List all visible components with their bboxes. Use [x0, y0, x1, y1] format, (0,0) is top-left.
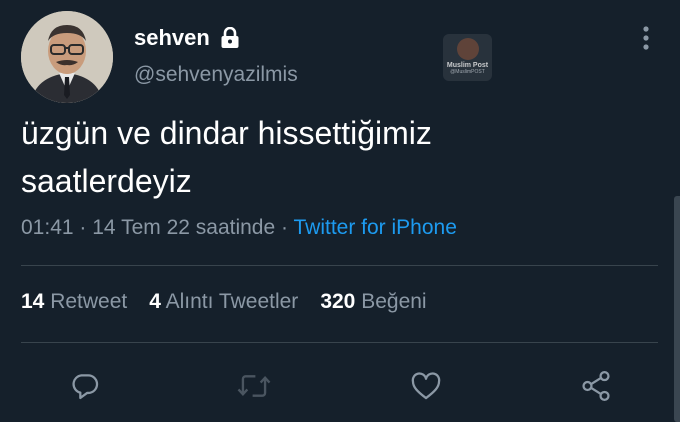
watermark: Muslim Post @MuslimPOST: [443, 34, 492, 81]
like-icon: [411, 372, 441, 400]
avatar[interactable]: [21, 11, 113, 103]
like-label: Beğeni: [361, 290, 427, 313]
tweet-time[interactable]: 01:41: [21, 216, 74, 239]
tweet-text: üzgün ve dindar hissettiğimiz saatlerdey…: [21, 115, 432, 199]
tweet-source-link[interactable]: Twitter for iPhone: [293, 216, 456, 239]
like-count: 320: [320, 290, 356, 313]
tweet-stats: 14 Retweet 4 Alıntı Tweetler 320 Beğeni: [21, 290, 427, 314]
quote-tweet-label: Alıntı Tweetler: [165, 290, 299, 313]
divider: [21, 342, 658, 343]
tweet-actions: [0, 366, 680, 406]
watermark-title: Muslim Post: [446, 62, 489, 69]
tweet-detail: sehven @sehvenyazilmis Muslim Post @Musl…: [0, 0, 680, 422]
reply-button[interactable]: [65, 366, 105, 406]
more-options-icon[interactable]: [636, 25, 656, 51]
reply-icon: [72, 374, 99, 400]
divider: [21, 265, 658, 266]
share-icon: [582, 370, 610, 402]
like-button[interactable]: [406, 366, 446, 406]
retweet-label: Retweet: [50, 290, 128, 313]
share-button[interactable]: [576, 366, 616, 406]
lock-icon: [220, 26, 240, 49]
quote-tweet-count: 4: [149, 290, 161, 313]
watermark-avatar: [456, 38, 479, 60]
meta-separator: ·: [281, 216, 289, 239]
display-name-row: sehven: [134, 25, 240, 51]
retweet-icon: [237, 375, 271, 397]
like-stat[interactable]: 320 Beğeni: [320, 290, 426, 314]
avatar-image: [21, 11, 113, 103]
retweet-count: 14: [21, 290, 45, 313]
meta-separator: ·: [79, 216, 87, 239]
tweet-date[interactable]: 14 Tem 22 saatinde: [92, 216, 275, 239]
retweet-button[interactable]: [234, 366, 274, 406]
display-name[interactable]: sehven: [134, 25, 210, 51]
retweet-stat[interactable]: 14 Retweet: [21, 290, 127, 314]
quote-tweet-stat[interactable]: 4 Alıntı Tweetler: [149, 290, 298, 314]
watermark-subtitle: @MuslimPOST: [450, 69, 485, 75]
tweet-meta: 01:41 · 14 Tem 22 saatinde · Twitter for…: [21, 216, 457, 240]
scrollbar[interactable]: [674, 196, 680, 422]
user-handle[interactable]: @sehvenyazilmis: [134, 63, 298, 87]
